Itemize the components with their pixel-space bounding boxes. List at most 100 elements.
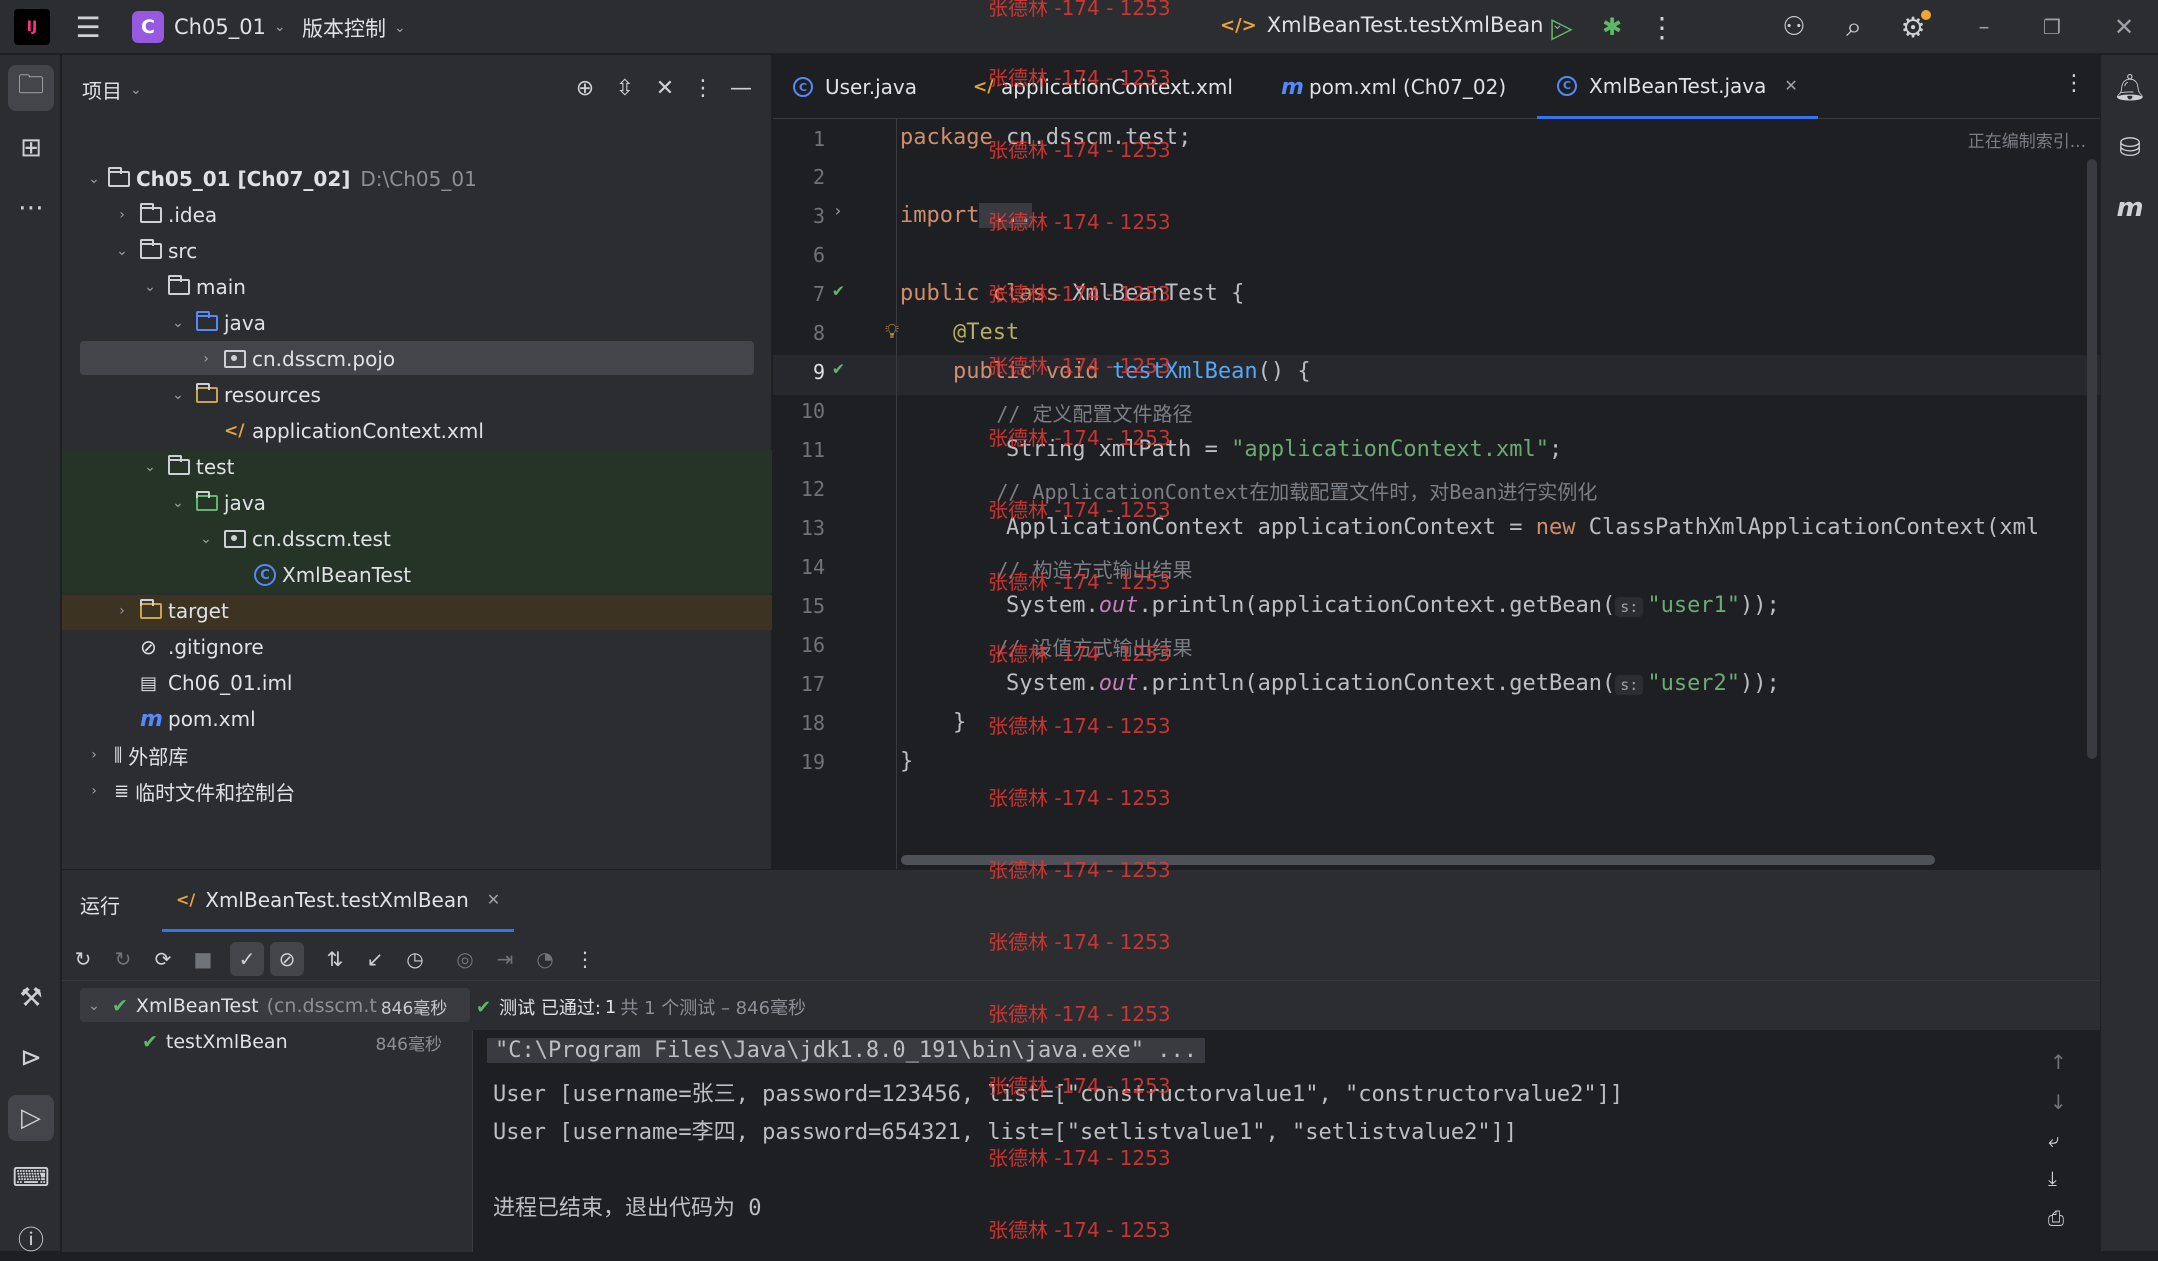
- history-icon[interactable]: ◷: [398, 942, 432, 976]
- chevron-down-icon[interactable]: ⌄: [168, 387, 188, 403]
- vertical-scrollbar[interactable]: [2087, 159, 2097, 759]
- close-window-icon[interactable]: ✕: [2102, 5, 2146, 49]
- rerun-icon[interactable]: ↻: [66, 942, 100, 976]
- chevron-down-icon[interactable]: ⌄: [168, 315, 188, 331]
- add-user-icon[interactable]: ⚇: [1772, 5, 1816, 49]
- chevron-right-icon[interactable]: ›: [84, 747, 104, 763]
- resources-folder-icon: [196, 383, 218, 403]
- lightbulb-icon[interactable]: 💡︎: [885, 319, 899, 343]
- run-icon[interactable]: ▷: [1540, 5, 1584, 49]
- tree-node-external-libs[interactable]: › ⫼ 外部库: [62, 737, 772, 773]
- stop-icon[interactable]: ■: [186, 942, 220, 976]
- soft-wrap-icon[interactable]: ⤶: [2048, 1128, 2059, 1152]
- tree-node-root[interactable]: ⌄ Ch05_01 [Ch07_02] D:\Ch05_01: [62, 161, 772, 197]
- restore-icon[interactable]: ❐: [2030, 5, 2074, 49]
- tree-node-main[interactable]: ⌄ main: [62, 269, 772, 305]
- code-editor[interactable]: 1 2 3 6 7 8 9 10 11 12 13 14 15 16 17 18…: [773, 119, 2100, 869]
- console-line: "C:\Program Files\Java\jdk1.8.0_191\bin\…: [487, 1038, 1205, 1063]
- chevron-right-icon[interactable]: ›: [112, 207, 132, 223]
- tree-node-gitignore[interactable]: ⊘ .gitignore: [62, 629, 772, 665]
- console-output[interactable]: "C:\Program Files\Java\jdk1.8.0_191\bin\…: [472, 1030, 2100, 1252]
- tree-node-main-java[interactable]: ⌄ java: [62, 305, 772, 341]
- tree-node-scratches[interactable]: › ≣ 临时文件和控制台: [62, 773, 772, 809]
- code-text: String xmlPath =: [1005, 437, 1232, 462]
- tree-node-src[interactable]: ⌄ src: [62, 233, 772, 269]
- horizontal-scrollbar[interactable]: [901, 855, 1935, 865]
- tree-node-test-pkg[interactable]: ⌄ cn.dsscm.test: [62, 521, 772, 557]
- coverage-icon[interactable]: ◔: [528, 942, 562, 976]
- maven-icon: m: [1281, 74, 1304, 100]
- chevron-down-icon[interactable]: ⌄: [140, 459, 160, 475]
- search-icon[interactable]: ⌕: [1832, 5, 1876, 49]
- vcs-menu[interactable]: 版本控制 ⌄: [302, 13, 406, 43]
- main-menu-icon[interactable]: ☰: [66, 5, 110, 49]
- database-icon[interactable]: ⛁: [2107, 125, 2153, 171]
- fold-import-icon[interactable]: ›: [833, 201, 843, 220]
- print-icon[interactable]: ⎙: [2048, 1206, 2064, 1230]
- more-options-icon[interactable]: ⋮: [568, 942, 602, 976]
- run-config-selector[interactable]: </> XmlBeanTest.testXmlBean ⌄: [1220, 13, 1563, 37]
- toggle-auto-test-icon[interactable]: ⟳: [146, 942, 180, 976]
- chevron-down-icon[interactable]: ⌄: [140, 279, 160, 295]
- maven-tool-icon[interactable]: m: [2107, 185, 2153, 231]
- tree-node-appctx-xml[interactable]: </ applicationContext.xml: [62, 413, 772, 449]
- tree-node-target[interactable]: › target: [62, 593, 772, 629]
- tab-applicationcontext-xml[interactable]: </ applicationContext.xml: [973, 55, 1233, 119]
- show-passed-icon[interactable]: ✓: [230, 942, 264, 976]
- run-tool-icon[interactable]: ▷: [8, 1095, 54, 1141]
- tree-node-xmlbeantest[interactable]: C XmlBeanTest: [62, 557, 772, 593]
- tab-pom-xml[interactable]: m pom.xml (Ch07_02): [1281, 55, 1506, 119]
- tree-node-test[interactable]: ⌄ test: [62, 449, 772, 485]
- show-ignored-icon[interactable]: ⊘: [270, 942, 304, 976]
- problems-tool-icon[interactable]: ⓘ: [8, 1215, 54, 1261]
- scroll-up-icon[interactable]: ↑: [2050, 1050, 2067, 1074]
- screenshot-icon[interactable]: ◎: [448, 942, 482, 976]
- folded-imports[interactable]: ...: [979, 203, 1033, 228]
- tree-node-test-java[interactable]: ⌄ java: [62, 485, 772, 521]
- line-number: 11: [800, 438, 825, 462]
- close-tab-icon[interactable]: ✕: [487, 890, 500, 909]
- tree-node-iml[interactable]: ▤ Ch06_01.iml: [62, 665, 772, 701]
- debug-icon[interactable]: ✱: [1590, 5, 1634, 49]
- chevron-down-icon[interactable]: ⌄: [168, 495, 188, 511]
- code-keyword: import: [900, 203, 980, 228]
- tree-node-pom[interactable]: m pom.xml: [62, 701, 772, 737]
- project-tool-icon[interactable]: 🗀: [8, 65, 54, 111]
- rerun-failed-icon[interactable]: ↻: [106, 942, 140, 976]
- more-actions-icon[interactable]: ⋮: [1640, 5, 1684, 49]
- export-icon[interactable]: ⇥: [488, 942, 522, 976]
- build-tool-icon[interactable]: ⚒: [8, 975, 54, 1021]
- chevron-down-icon[interactable]: ⌄: [84, 998, 104, 1014]
- tree-node-resources[interactable]: ⌄ resources: [62, 377, 772, 413]
- test-class-node[interactable]: ⌄ ✔ XmlBeanTest (cn.dsscm.t 846毫秒: [84, 990, 447, 1022]
- run-test-gutter-icon[interactable]: ✔: [833, 280, 844, 301]
- structure-tool-icon[interactable]: ⊞: [8, 125, 54, 171]
- more-tools-icon[interactable]: ⋯: [8, 185, 54, 231]
- chevron-right-icon[interactable]: ›: [196, 351, 216, 367]
- import-tests-icon[interactable]: ↙: [358, 942, 392, 976]
- chevron-down-icon[interactable]: ⌄: [196, 531, 216, 547]
- services-tool-icon[interactable]: ⊳: [8, 1035, 54, 1081]
- sort-alpha-icon[interactable]: ⇅: [318, 942, 352, 976]
- tree-node-idea[interactable]: › .idea: [62, 197, 772, 233]
- tree-node-pojo[interactable]: › cn.dsscm.pojo: [62, 341, 772, 377]
- scroll-to-end-icon[interactable]: ⤓: [2048, 1166, 2057, 1190]
- notifications-icon[interactable]: 🔔︎: [2107, 65, 2153, 111]
- close-tab-icon[interactable]: ✕: [1784, 76, 1797, 95]
- terminal-tool-icon[interactable]: ⌨: [8, 1155, 54, 1201]
- test-method-node[interactable]: ✔ testXmlBean 846毫秒: [142, 1026, 442, 1058]
- run-tab[interactable]: </ XmlBeanTest.testXmlBean ✕: [162, 870, 515, 932]
- chevron-down-icon[interactable]: ⌄: [112, 243, 132, 259]
- code-comment: // 设值方式输出结果: [996, 636, 1193, 660]
- xml-file-icon: </: [224, 421, 245, 441]
- project-switcher[interactable]: C Ch05_01 ⌄: [132, 11, 286, 43]
- scroll-down-icon[interactable]: ↓: [2050, 1090, 2067, 1114]
- tab-options-icon[interactable]: ⋮: [2063, 71, 2085, 96]
- minimize-icon[interactable]: –: [1962, 5, 2006, 49]
- chevron-right-icon[interactable]: ›: [84, 783, 104, 799]
- chevron-right-icon[interactable]: ›: [112, 603, 132, 619]
- run-test-gutter-icon[interactable]: ✔: [833, 358, 844, 379]
- tab-user-java[interactable]: C User.java: [793, 55, 917, 119]
- chevron-down-icon[interactable]: ⌄: [84, 171, 104, 187]
- tab-xmlbeantest-java[interactable]: C XmlBeanTest.java ✕: [1537, 55, 1818, 119]
